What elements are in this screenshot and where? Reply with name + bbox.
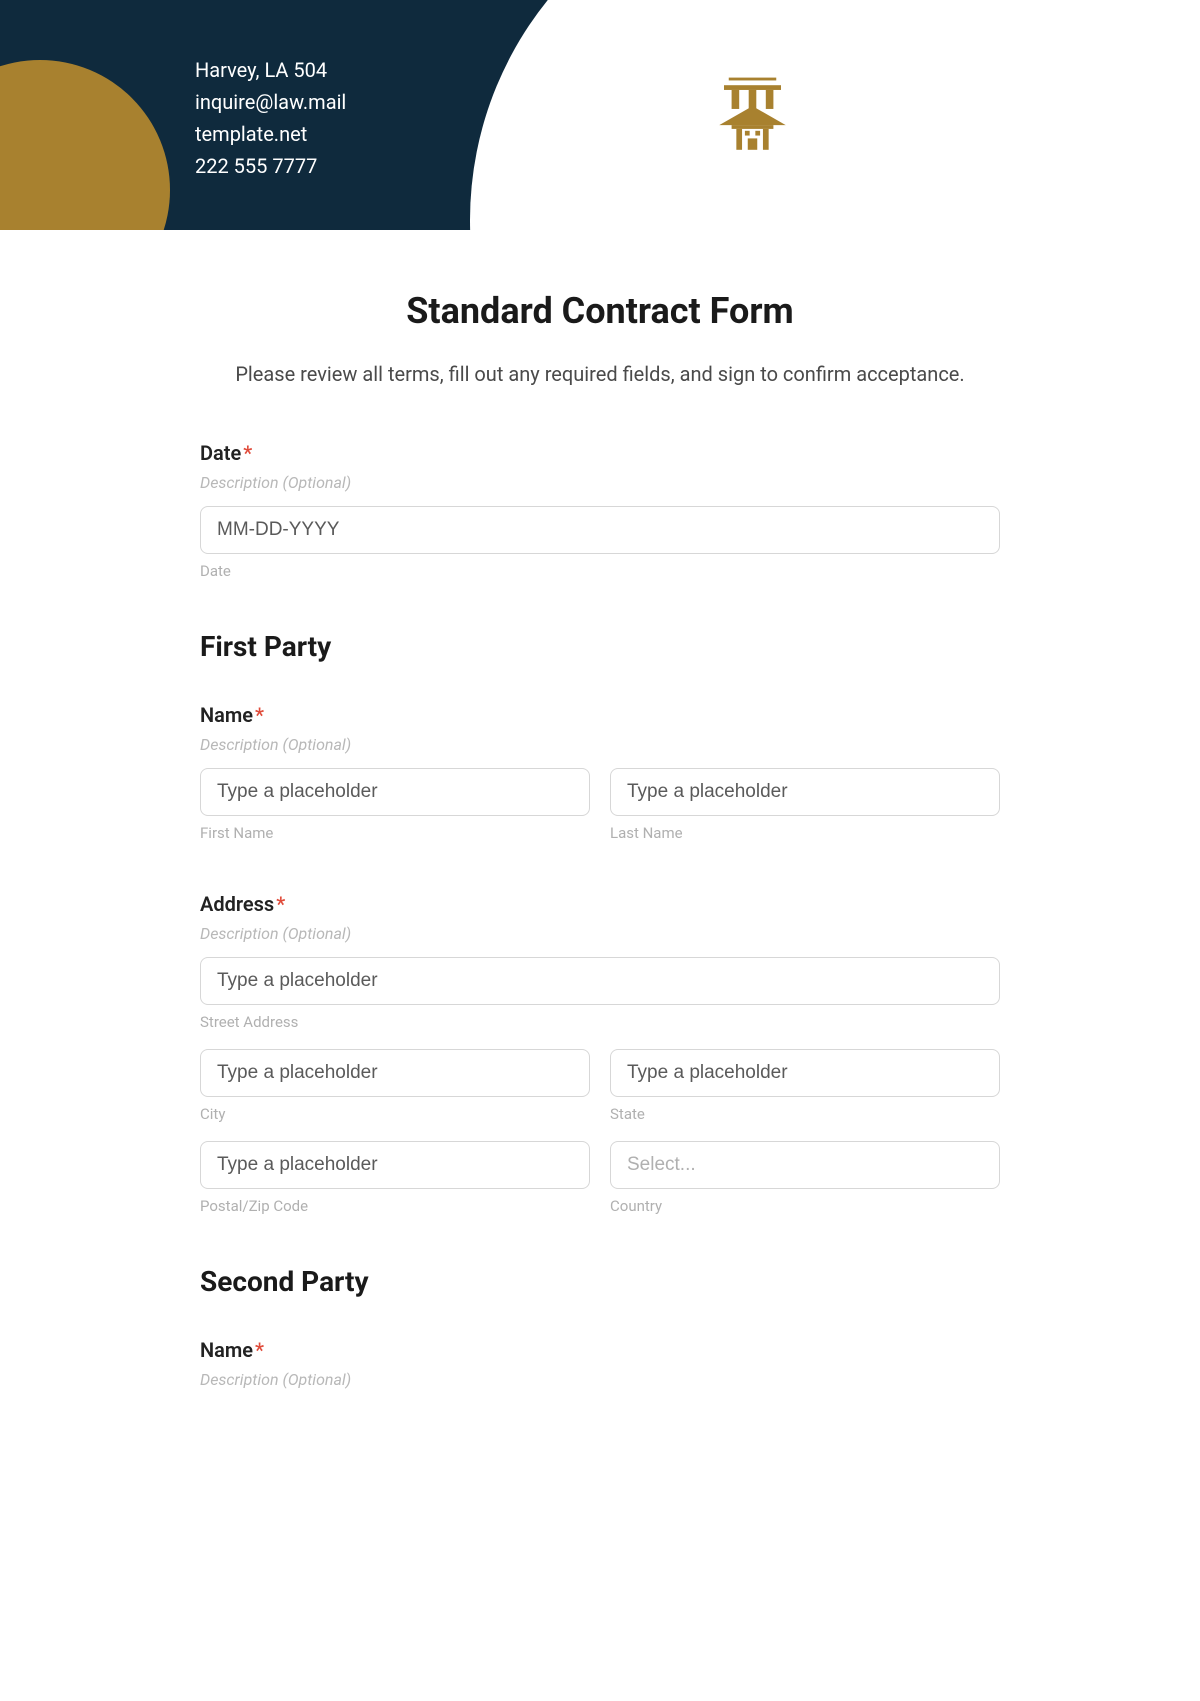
street-address-input[interactable] — [200, 957, 1000, 1005]
required-marker: * — [255, 1338, 264, 1362]
last-name-sublabel: Last Name — [610, 824, 1000, 842]
second-party-name-block: Name* Description (Optional) — [200, 1338, 1000, 1389]
state-input[interactable] — [610, 1049, 1000, 1097]
first-party-address-block: Address* Description (Optional) Street A… — [200, 892, 1000, 1215]
state-sublabel: State — [610, 1105, 1000, 1123]
first-name-input[interactable] — [200, 768, 590, 816]
city-input[interactable] — [200, 1049, 590, 1097]
first-name-sublabel: First Name — [200, 824, 590, 842]
date-field-block: Date* Description (Optional) Date — [200, 441, 1000, 580]
header-address-line: Harvey, LA 504 — [195, 54, 346, 86]
header-website-line: template.net — [195, 118, 346, 150]
header-email-line: inquire@law.mail — [195, 86, 346, 118]
date-description: Description (Optional) — [200, 473, 1000, 492]
date-label-text: Date — [200, 441, 241, 465]
header-white-curve — [470, 0, 1170, 230]
form-body: Standard Contract Form Please review all… — [190, 290, 1010, 1479]
second-party-name-label-text: Name — [200, 1338, 253, 1362]
page-intro: Please review all terms, fill out any re… — [200, 362, 1000, 386]
first-party-name-label: Name* — [200, 703, 1000, 727]
document-header: Harvey, LA 504 inquire@law.mail template… — [0, 0, 1200, 230]
header-contact-block: Harvey, LA 504 inquire@law.mail template… — [195, 54, 346, 182]
last-name-input[interactable] — [610, 768, 1000, 816]
country-sublabel: Country — [610, 1197, 1000, 1215]
postal-sublabel: Postal/Zip Code — [200, 1197, 590, 1215]
street-address-sublabel: Street Address — [200, 1013, 1000, 1031]
second-party-name-description: Description (Optional) — [200, 1370, 1000, 1389]
header-phone-line: 222 555 7777 — [195, 150, 346, 182]
address-label-text: Address — [200, 892, 274, 916]
city-sublabel: City — [200, 1105, 590, 1123]
address-description: Description (Optional) — [200, 924, 1000, 943]
page-title: Standard Contract Form — [200, 290, 1000, 332]
date-sublabel: Date — [200, 562, 1000, 580]
first-party-name-label-text: Name — [200, 703, 253, 727]
postal-input[interactable] — [200, 1141, 590, 1189]
first-party-name-description: Description (Optional) — [200, 735, 1000, 754]
required-marker: * — [255, 703, 264, 727]
second-party-heading: Second Party — [200, 1265, 1000, 1298]
country-select[interactable] — [610, 1141, 1000, 1189]
company-logo-icon — [705, 70, 805, 170]
date-label: Date* — [200, 441, 1000, 465]
first-party-heading: First Party — [200, 630, 1000, 663]
required-marker: * — [276, 892, 285, 916]
address-label: Address* — [200, 892, 1000, 916]
date-input[interactable] — [200, 506, 1000, 554]
first-party-name-block: Name* Description (Optional) First Name … — [200, 703, 1000, 842]
second-party-name-label: Name* — [200, 1338, 1000, 1362]
required-marker: * — [243, 441, 252, 465]
